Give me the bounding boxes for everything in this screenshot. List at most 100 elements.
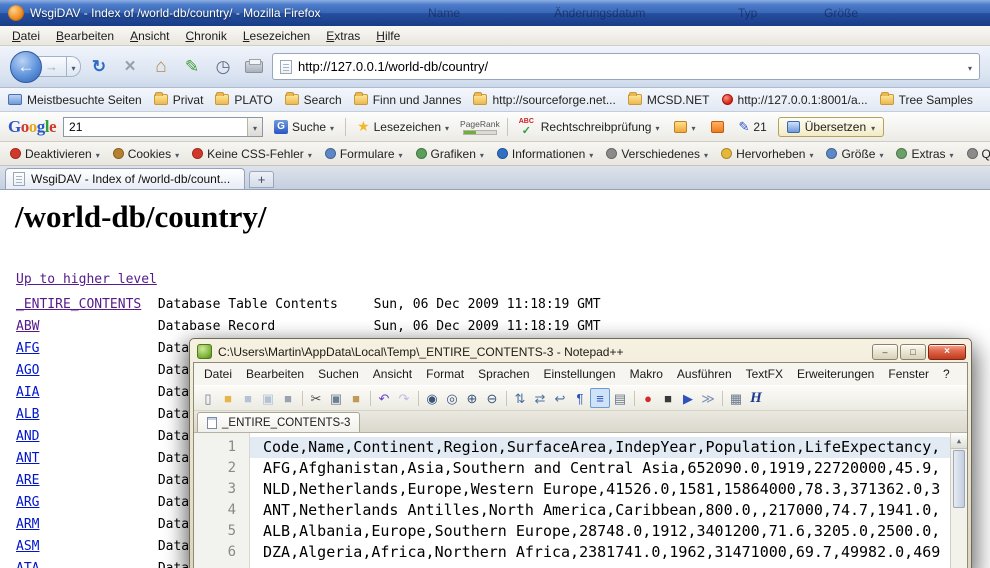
notepad-menu-item[interactable]: Ausführen <box>670 365 739 383</box>
scroll-up-button[interactable]: ▲ <box>951 433 967 449</box>
npp-toolbar-icon[interactable]: ▣ <box>258 388 278 408</box>
google-search-button[interactable]: G Suche <box>270 118 338 136</box>
entry-link[interactable]: ALB <box>16 404 150 426</box>
notepad-menu-item[interactable]: Ansicht <box>366 365 419 383</box>
npp-toolbar-icon[interactable]: ▶ <box>678 388 698 408</box>
webdev-menu-button[interactable]: Größe <box>820 147 889 161</box>
webdev-menu-button[interactable]: Informationen <box>491 147 599 161</box>
npp-toolbar-icon[interactable] <box>718 388 726 408</box>
scroll-thumb[interactable] <box>953 450 965 508</box>
share-button[interactable] <box>670 118 699 136</box>
notepad-titlebar[interactable]: C:\Users\Martin\AppData\Local\Temp\_ENTI… <box>193 339 968 362</box>
npp-toolbar-icon[interactable]: ⊖ <box>482 388 502 408</box>
menu-item[interactable]: Hilfe <box>368 27 408 45</box>
notepad-menu-item[interactable]: Datei <box>197 365 239 383</box>
npp-toolbar-icon[interactable]: ¶ <box>570 388 590 408</box>
npp-toolbar-icon[interactable]: ▣ <box>326 388 346 408</box>
spellcheck-button[interactable]: ABC ✓ Rechtschreibprüfung <box>515 117 664 137</box>
history-dropdown-button[interactable] <box>67 56 81 77</box>
entry-link[interactable]: AGO <box>16 360 150 382</box>
translate-button[interactable]: Übersetzen <box>778 117 884 137</box>
feather-addon-button[interactable]: ✎ <box>179 53 205 81</box>
editor-scrollbar[interactable]: ▲ <box>950 433 967 568</box>
notepad-menu-item[interactable]: Format <box>419 365 471 383</box>
bookmark-item[interactable]: Tree Samples <box>880 93 973 107</box>
webdev-menu-button[interactable]: Grafiken <box>410 147 490 161</box>
notepad-menu-item[interactable]: Suchen <box>311 365 366 383</box>
url-dropdown-icon[interactable] <box>968 58 972 76</box>
entry-link[interactable]: ARM <box>16 514 150 536</box>
npp-toolbar-icon[interactable]: ◉ <box>422 388 442 408</box>
menu-item[interactable]: Bearbeiten <box>48 27 122 45</box>
refresh-button[interactable]: ↻ <box>86 53 112 81</box>
clock-addon-button[interactable]: ◷ <box>210 53 236 81</box>
webdev-menu-button[interactable]: Hervorheben <box>715 147 819 161</box>
npp-toolbar-icon[interactable]: ▤ <box>610 388 630 408</box>
url-bar[interactable] <box>272 53 980 80</box>
npp-toolbar-icon[interactable]: ■ <box>278 388 298 408</box>
npp-toolbar-icon[interactable]: ↶ <box>374 388 394 408</box>
tab-active[interactable]: WsgiDAV - Index of /world-db/count... <box>5 168 245 189</box>
stop-button[interactable]: × <box>117 53 143 81</box>
webdev-menu-button[interactable]: Extras <box>890 147 959 161</box>
npp-toolbar-icon[interactable]: ⇄ <box>530 388 550 408</box>
npp-toolbar-icon[interactable]: ● <box>638 388 658 408</box>
npp-toolbar-icon[interactable] <box>502 388 510 408</box>
minimize-button[interactable]: – <box>872 344 898 360</box>
entry-link[interactable]: AND <box>16 426 150 448</box>
google-bookmarks-button[interactable]: ★ Lesezeichen <box>353 116 453 137</box>
close-button[interactable]: × <box>928 344 966 360</box>
entry-link[interactable]: ARE <box>16 470 150 492</box>
menu-item[interactable]: Chronik <box>177 27 234 45</box>
entry-link[interactable]: ATA <box>16 558 150 568</box>
npp-toolbar-icon[interactable]: ▦ <box>726 388 746 408</box>
npp-toolbar-icon[interactable]: ⊕ <box>462 388 482 408</box>
pagerank-indicator[interactable]: PageRank <box>460 119 500 135</box>
new-tab-button[interactable]: + <box>249 171 274 188</box>
entry-link[interactable]: AIA <box>16 382 150 404</box>
bookmark-item[interactable]: MCSD.NET <box>628 93 710 107</box>
line-number-gutter[interactable]: 123456 <box>194 433 250 568</box>
menu-item[interactable]: Datei <box>4 27 48 45</box>
webdev-menu-button[interactable]: Formulare <box>319 147 409 161</box>
notepad-menu-item[interactable]: Sprachen <box>471 365 536 383</box>
print-button[interactable] <box>241 53 267 81</box>
close-document-button[interactable]: X <box>957 367 968 381</box>
npp-toolbar-icon[interactable]: ✂ <box>306 388 326 408</box>
npp-toolbar-icon[interactable]: ▯ <box>198 388 218 408</box>
npp-toolbar-icon[interactable]: ◎ <box>442 388 462 408</box>
npp-toolbar-icon[interactable] <box>630 388 638 408</box>
google-search-box[interactable] <box>63 117 263 137</box>
entry-link[interactable]: ANT <box>16 448 150 470</box>
entry-link[interactable]: ARG <box>16 492 150 514</box>
npp-toolbar-icon[interactable]: ■ <box>658 388 678 408</box>
npp-toolbar-icon[interactable] <box>414 388 422 408</box>
notepad-editor[interactable]: 123456 Code,Name,Continent,Region,Surfac… <box>194 433 967 568</box>
bookmark-item[interactable]: Privat <box>154 93 204 107</box>
highlighter-button[interactable] <box>707 119 728 135</box>
notepad-menu-item[interactable]: Einstellungen <box>537 365 623 383</box>
npp-toolbar-icon[interactable]: ■ <box>346 388 366 408</box>
entry-link[interactable]: _ENTIRE_CONTENTS <box>16 294 150 316</box>
npp-toolbar-icon[interactable]: H <box>746 388 766 408</box>
npp-toolbar-icon[interactable]: ≫ <box>698 388 718 408</box>
npp-toolbar-icon[interactable]: ↷ <box>394 388 414 408</box>
bookmark-item[interactable]: Meistbesuchte Seiten <box>8 93 142 107</box>
entry-link[interactable]: ABW <box>16 316 150 338</box>
firefox-titlebar[interactable]: WsgiDAV - Index of /world-db/country/ - … <box>0 0 990 26</box>
home-button[interactable]: ⌂ <box>148 53 174 81</box>
entry-link[interactable]: ASM <box>16 536 150 558</box>
notepad-menu-item[interactable]: Fenster <box>881 365 936 383</box>
menu-item[interactable]: Extras <box>318 27 368 45</box>
bookmark-item[interactable]: Search <box>285 93 342 107</box>
autofill-button[interactable]: ✎ 21 <box>735 117 771 137</box>
webdev-menu-button[interactable]: Cookies <box>107 147 185 161</box>
npp-toolbar-icon[interactable]: ■ <box>238 388 258 408</box>
code-area[interactable]: Code,Name,Continent,Region,SurfaceArea,I… <box>250 433 950 568</box>
menu-item[interactable]: Lesezeichen <box>235 27 318 45</box>
google-search-dropdown[interactable] <box>247 118 262 136</box>
entry-link[interactable]: AFG <box>16 338 150 360</box>
webdev-menu-button[interactable]: Verschiedenes <box>600 147 714 161</box>
npp-toolbar-icon[interactable]: ≡ <box>590 388 610 408</box>
bookmark-item[interactable]: PLATO <box>215 93 272 107</box>
